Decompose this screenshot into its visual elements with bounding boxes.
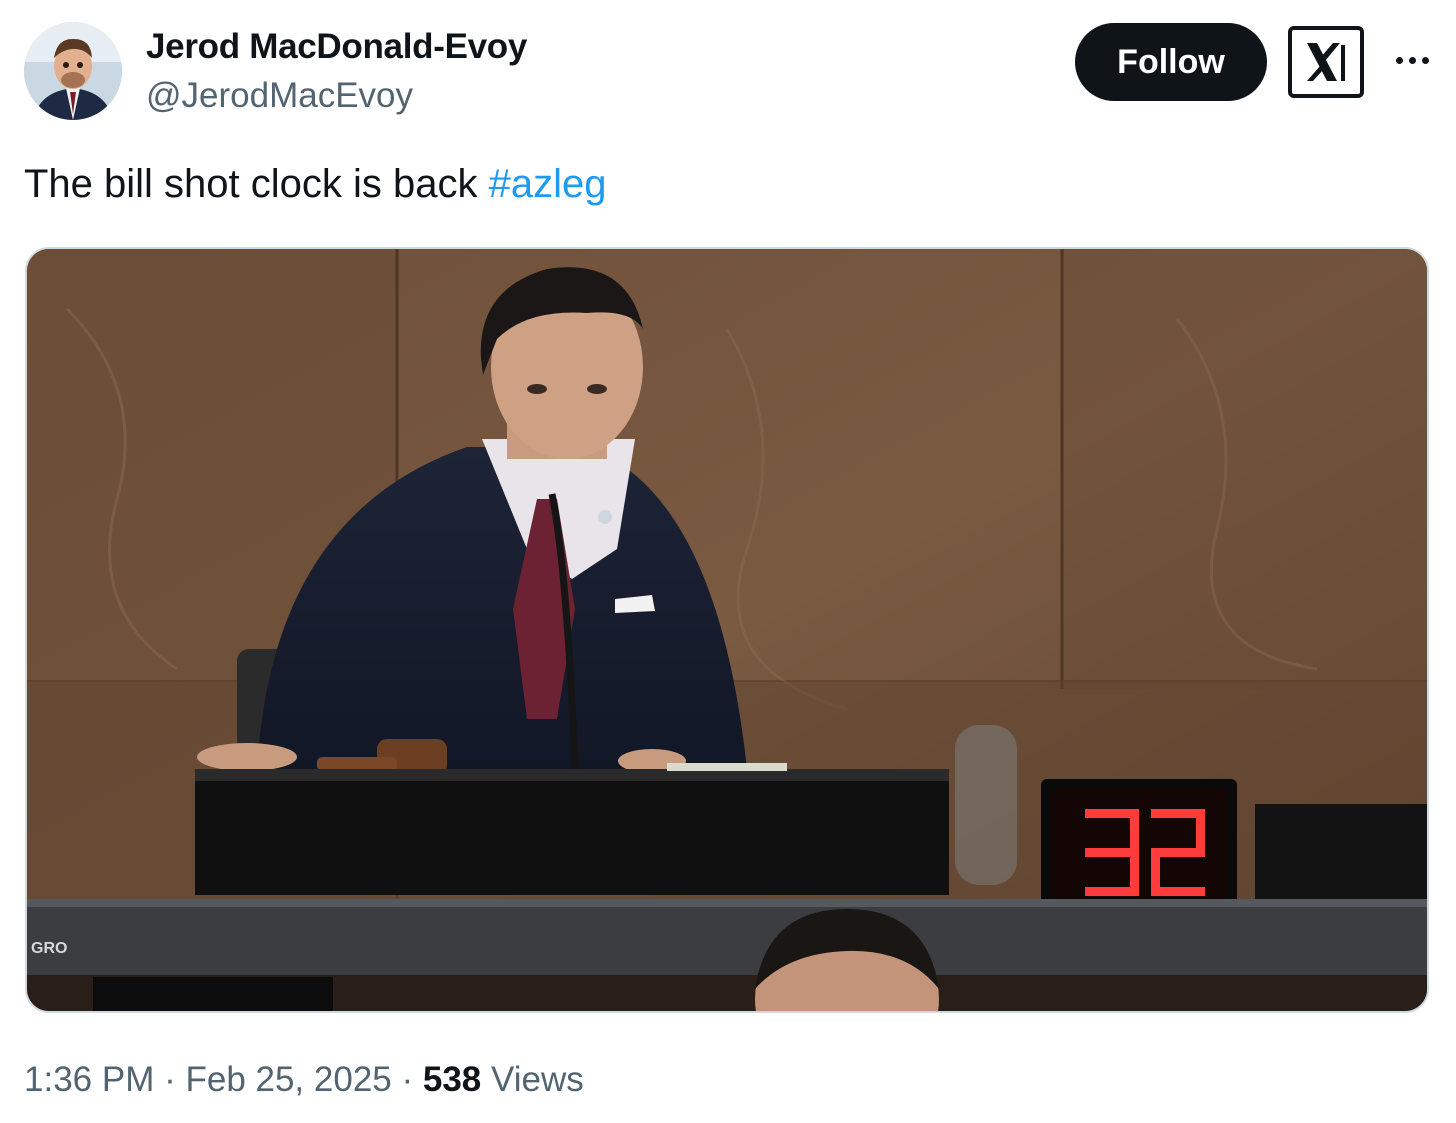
- views-label: Views: [481, 1060, 584, 1099]
- author-handle[interactable]: @JerodMacEvoy: [146, 76, 413, 116]
- follow-button[interactable]: Follow: [1075, 23, 1267, 101]
- author-name[interactable]: Jerod MacDonald-Evoy: [146, 27, 527, 67]
- avatar-image: [24, 22, 122, 120]
- x-logo-glyph: [1307, 43, 1345, 81]
- x-logo-icon[interactable]: [1288, 26, 1364, 98]
- tweet-media-video[interactable]: GRO: [25, 247, 1429, 1013]
- hashtag-link[interactable]: #azleg: [489, 162, 607, 206]
- tweet-text: The bill shot clock is back #azleg: [24, 162, 607, 207]
- meta-separator: ·: [391, 1060, 423, 1099]
- tweet-date[interactable]: Feb 25, 2025: [185, 1060, 391, 1099]
- more-options-button[interactable]: [1390, 40, 1434, 80]
- meta-separator: ·: [154, 1060, 186, 1099]
- avatar[interactable]: [24, 22, 122, 120]
- tweet-time[interactable]: 1:36 PM: [24, 1060, 154, 1099]
- tweet-meta: 1:36 PM · Feb 25, 2025 · 538 Views: [24, 1060, 584, 1100]
- tweet-body: The bill shot clock is back: [24, 162, 489, 206]
- views-count: 538: [422, 1060, 482, 1099]
- video-frame: GRO: [27, 249, 1427, 1011]
- nameplate-text: GRO: [31, 940, 67, 957]
- more-dots-icon: [1421, 56, 1429, 64]
- more-dots-icon: [1395, 56, 1403, 64]
- more-dots-icon: [1408, 56, 1416, 64]
